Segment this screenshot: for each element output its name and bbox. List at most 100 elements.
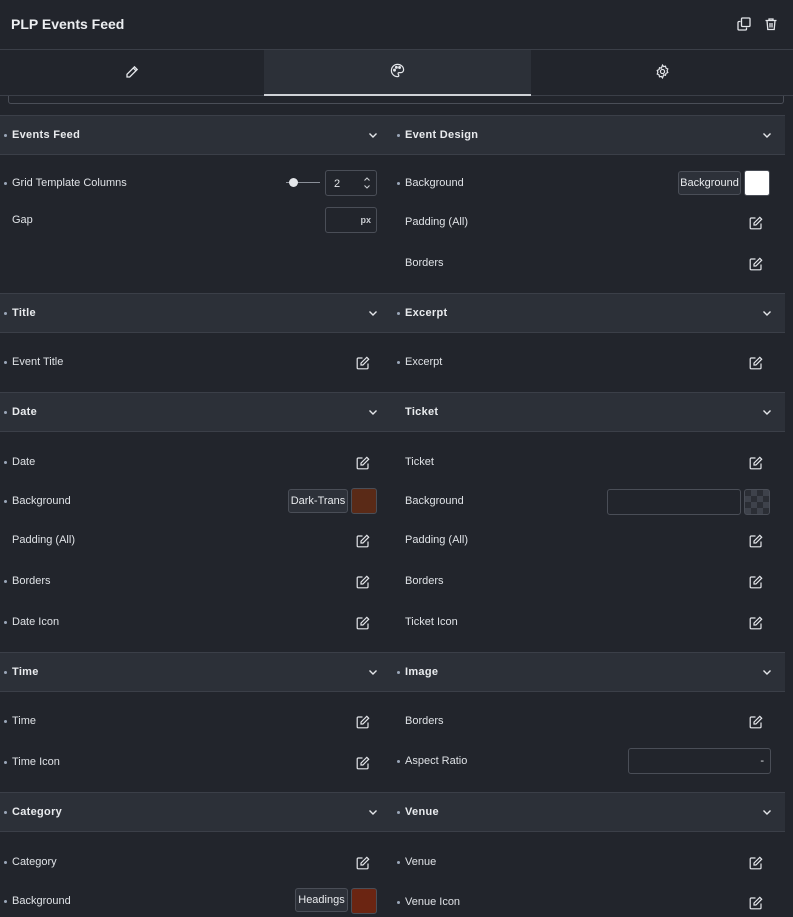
- section-events-feed[interactable]: Events Feed: [0, 115, 393, 155]
- tab-advanced[interactable]: [531, 50, 793, 96]
- chevron-down-icon[interactable]: [368, 130, 378, 140]
- edit-icon[interactable]: [355, 455, 371, 471]
- edit-icon[interactable]: [355, 355, 371, 371]
- color-swatch[interactable]: [351, 888, 377, 914]
- bullet-dot: [4, 621, 7, 624]
- section-excerpt[interactable]: Excerpt: [393, 293, 785, 333]
- chevron-down-icon[interactable]: [368, 407, 378, 417]
- stepper-icon[interactable]: [363, 175, 371, 191]
- section-title: Excerpt: [405, 307, 448, 319]
- global-color-button[interactable]: Headings: [295, 888, 348, 912]
- columns-value: 2: [334, 178, 341, 190]
- background-label: Background: [12, 495, 71, 507]
- duplicate-icon[interactable]: [735, 15, 753, 33]
- bullet-dot: [397, 901, 400, 904]
- chevron-down-icon[interactable]: [762, 308, 772, 318]
- row-date: Date: [0, 453, 393, 473]
- date-label: Date: [12, 456, 36, 468]
- bullet-dot: [4, 361, 7, 364]
- bullet-dot: [397, 361, 400, 364]
- row-image-borders: Borders: [393, 712, 785, 732]
- bullet-dot: [397, 671, 400, 674]
- time-label: Time: [12, 715, 37, 727]
- ticket-label: Ticket: [405, 456, 434, 468]
- row-excerpt: Excerpt: [393, 353, 785, 373]
- category-label: Category: [12, 856, 57, 868]
- section-event-design[interactable]: Event Design: [393, 115, 785, 155]
- chevron-down-icon[interactable]: [762, 667, 772, 677]
- edit-icon[interactable]: [355, 855, 371, 871]
- date-icon-label: Date Icon: [12, 616, 60, 628]
- gear-icon: [655, 63, 670, 82]
- edit-icon[interactable]: [748, 215, 764, 231]
- color-swatch[interactable]: [744, 170, 770, 196]
- columns-number-input[interactable]: 2: [325, 170, 377, 196]
- scrollbar[interactable]: [785, 116, 793, 917]
- section-ticket[interactable]: Ticket: [393, 392, 785, 432]
- section-title: Image: [405, 666, 439, 678]
- columns-slider[interactable]: [286, 177, 320, 189]
- borders-label: Borders: [405, 715, 444, 727]
- section-category[interactable]: Category: [0, 792, 393, 832]
- row-design-padding: Padding (All): [393, 213, 785, 233]
- global-color-button[interactable]: Background: [678, 171, 741, 195]
- ticket-background-input[interactable]: [607, 489, 741, 515]
- bullet-dot: [4, 861, 7, 864]
- row-category: Category: [0, 853, 393, 873]
- color-swatch[interactable]: [351, 488, 377, 514]
- global-color-button[interactable]: Dark-Trans: [288, 489, 348, 513]
- aspect-ratio-select[interactable]: -: [628, 748, 771, 774]
- palette-icon: [390, 63, 405, 81]
- row-date-borders: Borders: [0, 572, 393, 592]
- row-time: Time: [0, 712, 393, 732]
- section-title: Events Feed: [12, 129, 81, 141]
- edit-icon[interactable]: [748, 533, 764, 549]
- chevron-down-icon[interactable]: [368, 667, 378, 677]
- tab-style[interactable]: [264, 50, 531, 96]
- chevron-down-icon[interactable]: [368, 807, 378, 817]
- chevron-down-icon[interactable]: [762, 807, 772, 817]
- gap-input[interactable]: px: [325, 207, 377, 233]
- pencil-icon: [125, 65, 139, 82]
- edit-icon[interactable]: [748, 895, 764, 911]
- edit-icon[interactable]: [748, 855, 764, 871]
- section-title: Venue: [405, 806, 439, 818]
- edit-icon[interactable]: [355, 615, 371, 631]
- edit-icon[interactable]: [355, 714, 371, 730]
- bullet-dot: [397, 134, 400, 137]
- edit-icon[interactable]: [748, 615, 764, 631]
- trash-icon[interactable]: [762, 15, 780, 33]
- section-title-settings[interactable]: Title: [0, 293, 393, 333]
- edit-icon[interactable]: [748, 256, 764, 272]
- row-date-icon: Date Icon: [0, 613, 393, 633]
- bullet-dot: [4, 811, 7, 814]
- chevron-down-icon[interactable]: [762, 130, 772, 140]
- edit-icon[interactable]: [748, 574, 764, 590]
- edit-icon[interactable]: [355, 755, 371, 771]
- padding-label: Padding (All): [405, 534, 468, 546]
- chevron-down-icon[interactable]: [762, 407, 772, 417]
- section-title: Event Design: [405, 129, 479, 141]
- section-time[interactable]: Time: [0, 652, 393, 692]
- bullet-dot: [4, 134, 7, 137]
- slider-handle[interactable]: [289, 178, 298, 187]
- section-image[interactable]: Image: [393, 652, 785, 692]
- bullet-dot: [4, 461, 7, 464]
- section-date[interactable]: Date: [0, 392, 393, 432]
- background-label: Background: [12, 895, 71, 907]
- widget-title: PLP Events Feed: [11, 16, 125, 32]
- bullet-dot: [4, 720, 7, 723]
- edit-icon[interactable]: [748, 455, 764, 471]
- section-venue[interactable]: Venue: [393, 792, 785, 832]
- bullet-dot: [4, 671, 7, 674]
- edit-icon[interactable]: [748, 355, 764, 371]
- tab-content[interactable]: [0, 50, 264, 96]
- bullet-dot: [397, 182, 400, 185]
- transparent-swatch[interactable]: [744, 489, 770, 515]
- chevron-down-icon[interactable]: [368, 308, 378, 318]
- bullet-dot: [4, 761, 7, 764]
- edit-icon[interactable]: [355, 574, 371, 590]
- edit-icon[interactable]: [748, 714, 764, 730]
- bullet-dot: [4, 500, 7, 503]
- edit-icon[interactable]: [355, 533, 371, 549]
